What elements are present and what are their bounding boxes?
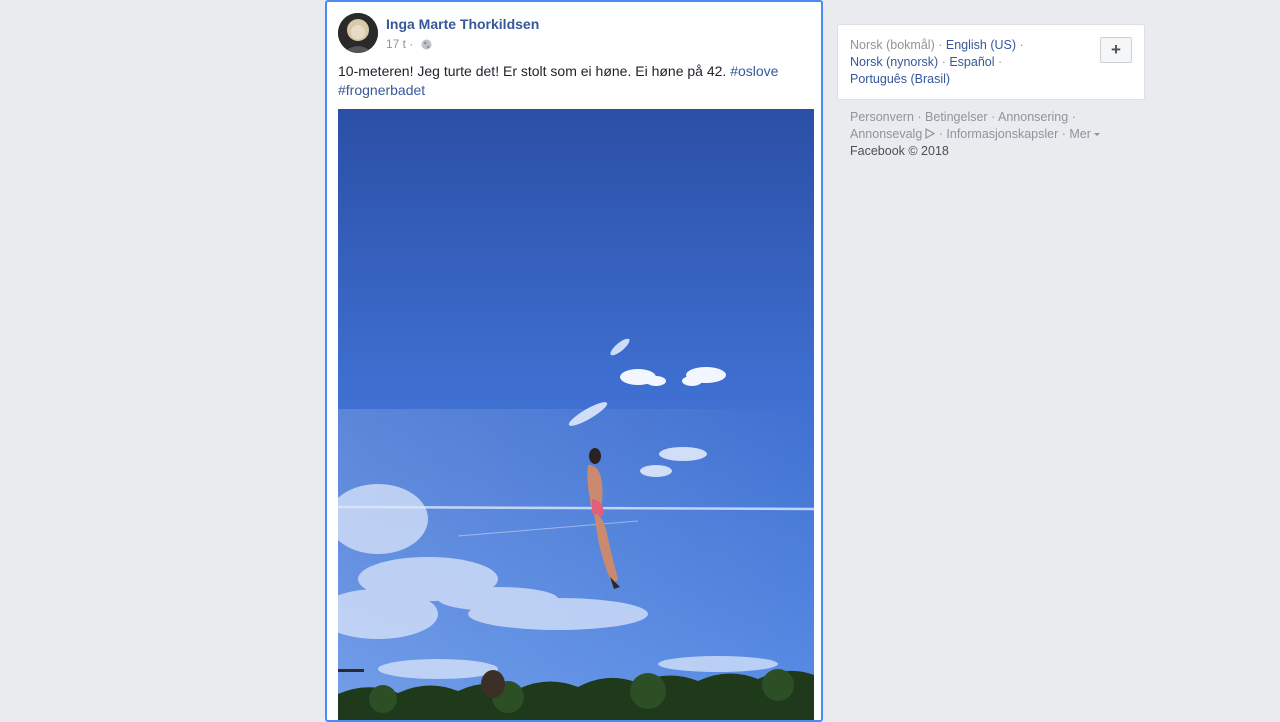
hashtag-link[interactable]: #oslove xyxy=(730,63,778,79)
footer-link-annonsevalg[interactable]: Annonsevalg xyxy=(850,127,936,141)
language-list: Norsk (bokmål) · English (US) · Norsk (n… xyxy=(850,38,1024,86)
globe-icon[interactable] xyxy=(421,39,432,50)
language-link-espanol[interactable]: Español xyxy=(949,55,994,69)
language-selector-card: Norsk (bokmål) · English (US) · Norsk (n… xyxy=(837,24,1145,100)
copyright: Facebook © 2018 xyxy=(850,144,949,158)
adchoices-icon xyxy=(924,127,936,140)
post-timestamp[interactable]: 17 t xyxy=(386,37,406,51)
language-link-portugues-brasil[interactable]: Português (Brasil) xyxy=(850,72,950,86)
hashtag-link[interactable]: #frognerbadet xyxy=(338,82,425,98)
current-language: Norsk (bokmål) xyxy=(850,38,935,52)
caret-down-icon xyxy=(1093,133,1100,137)
author-name-link[interactable]: Inga Marte Thorkildsen xyxy=(386,16,539,32)
post-text: 10-meteren! Jeg turte det! Er stolt som … xyxy=(338,62,798,100)
footer-link-informasjonskapsler[interactable]: Informasjonskapsler xyxy=(946,127,1058,141)
footer-link-mer[interactable]: Mer xyxy=(1069,127,1100,141)
language-link-norsk-nynorsk[interactable]: Norsk (nynorsk) xyxy=(850,55,938,69)
footer-link-annonsevalg-label: Annonsevalg xyxy=(850,127,923,141)
footer-link-mer-label: Mer xyxy=(1069,127,1091,141)
footer: Personvern · Betingelser · Annonsering ·… xyxy=(850,109,1140,160)
footer-link-annonsering[interactable]: Annonsering xyxy=(998,110,1068,124)
add-language-button[interactable]: + xyxy=(1100,37,1132,63)
meta-separator: · xyxy=(406,37,417,51)
footer-link-betingelser[interactable]: Betingelser xyxy=(925,110,988,124)
language-link-english-us[interactable]: English (US) xyxy=(946,38,1016,52)
post-card: Inga Marte Thorkildsen 17 t · 10-meteren… xyxy=(325,0,823,722)
author-avatar[interactable] xyxy=(338,13,378,53)
post-message: 10-meteren! Jeg turte det! Er stolt som … xyxy=(338,63,731,79)
post-photo[interactable] xyxy=(338,109,814,720)
post-meta: 17 t · xyxy=(386,37,432,51)
footer-link-personvern[interactable]: Personvern xyxy=(850,110,914,124)
